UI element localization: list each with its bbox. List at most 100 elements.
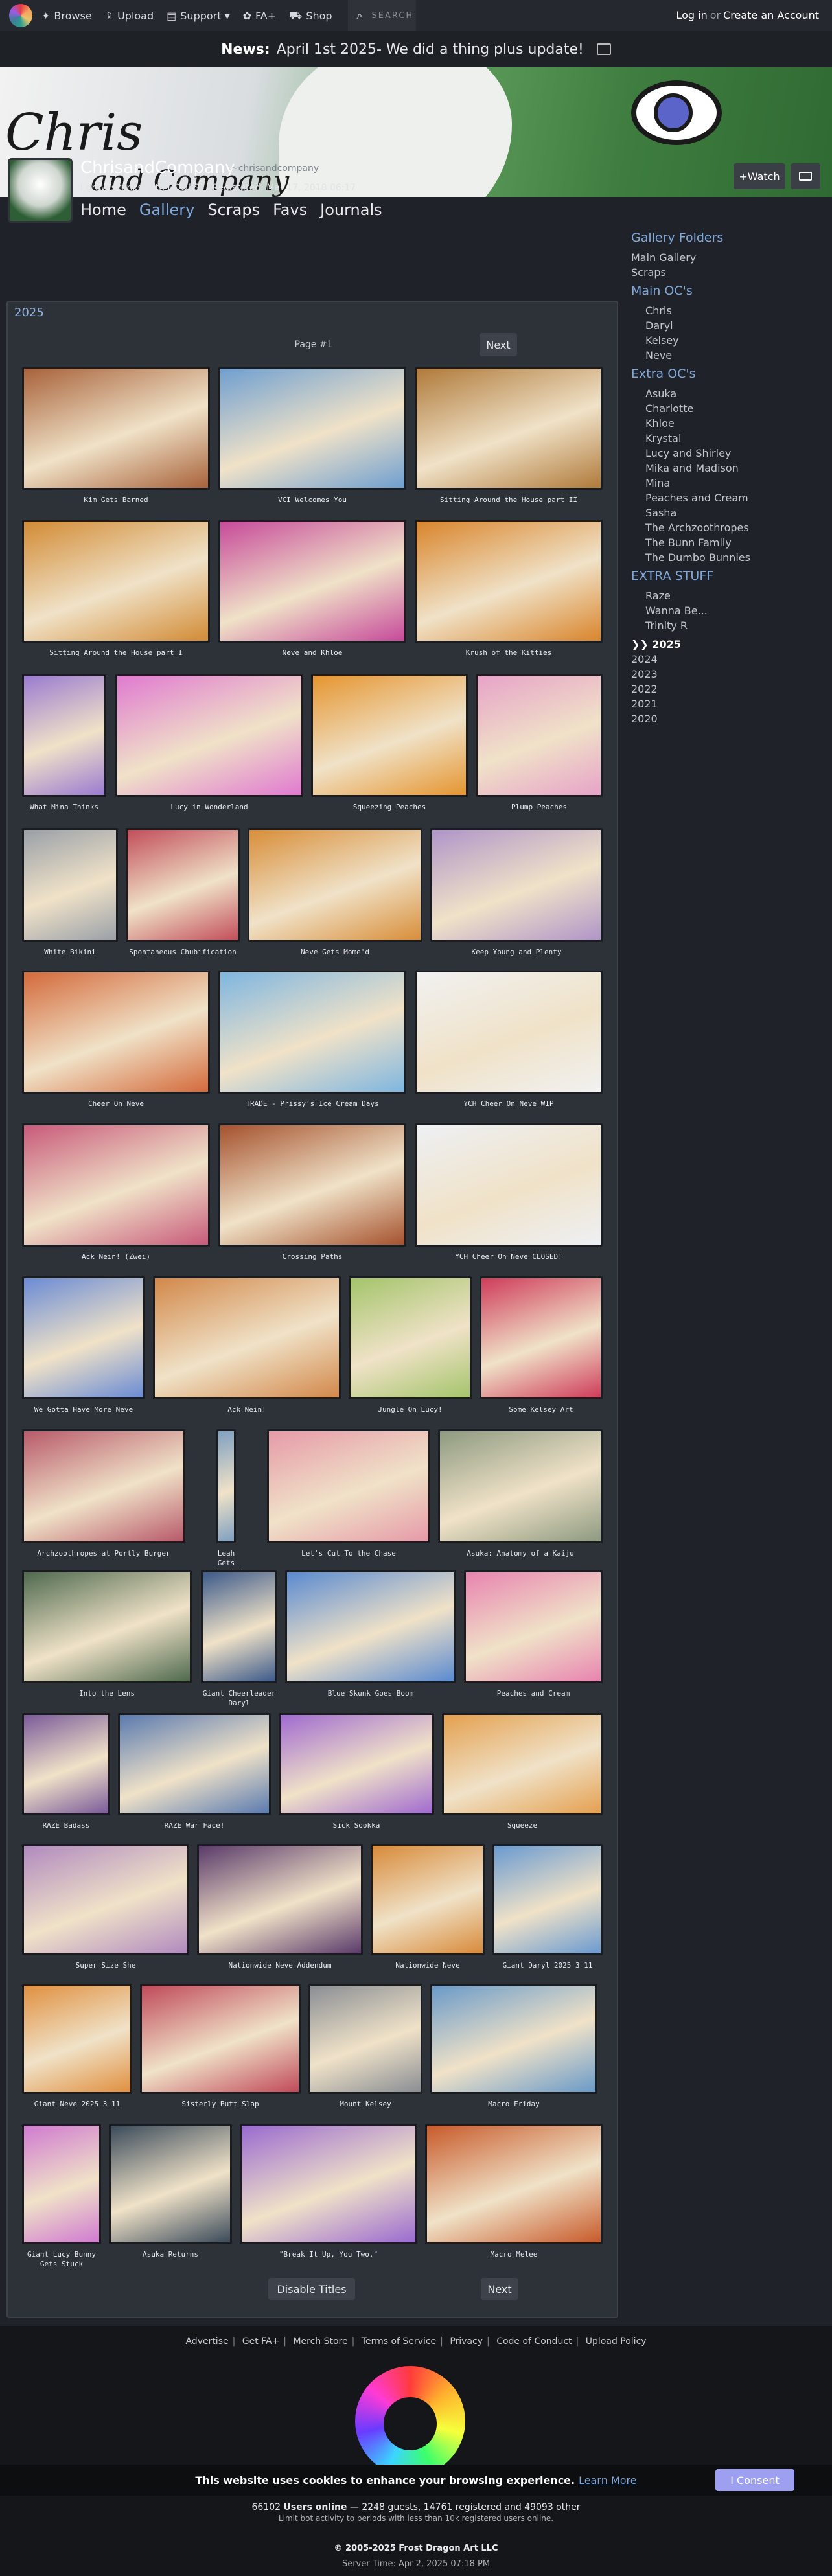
site-logo-icon[interactable]: [9, 4, 32, 27]
thumbnail-image[interactable]: [267, 1429, 430, 1543]
thumbnail-title[interactable]: Nationwide Neve Addendum: [197, 1961, 363, 1970]
gallery-thumbnail[interactable]: Mount Kelsey: [308, 1984, 422, 2117]
avatar[interactable]: [8, 158, 73, 223]
thumbnail-image[interactable]: [218, 1123, 406, 1247]
footer-merch[interactable]: Merch Store: [293, 2336, 347, 2347]
thumbnail-title[interactable]: Lucy in Wonderland: [115, 802, 303, 812]
thumbnail-title[interactable]: Ack Nein!: [153, 1405, 341, 1414]
thumbnail-image[interactable]: [218, 520, 406, 643]
year-2025[interactable]: ❯❯ 2025: [631, 637, 819, 652]
thumbnail-image[interactable]: [22, 1713, 110, 1815]
thumbnail-image[interactable]: [22, 2124, 101, 2244]
gallery-thumbnail[interactable]: Jungle On Lucy!: [349, 1276, 472, 1423]
next-page-button[interactable]: Next: [480, 333, 517, 356]
thumbnail-title[interactable]: Squeezing Peaches: [311, 802, 468, 812]
thumbnail-title[interactable]: Spontaneous Chubification: [126, 947, 240, 957]
gallery-thumbnail[interactable]: What Mina Thinks: [22, 674, 106, 820]
gallery-thumbnail[interactable]: TRADE - Prissy's Ice Cream Days: [218, 971, 406, 1117]
consent-button[interactable]: I Consent: [715, 2469, 794, 2491]
thumbnail-title[interactable]: Krush of the Kitties: [415, 648, 603, 658]
thumbnail-image[interactable]: [415, 520, 603, 643]
thumbnail-image[interactable]: [201, 1570, 277, 1683]
gallery-thumbnail[interactable]: Crossing Paths: [218, 1123, 406, 1270]
gallery-thumbnail[interactable]: Plump Peaches: [476, 674, 603, 820]
folder-sasha[interactable]: Sasha: [631, 505, 819, 520]
thumbnail-image[interactable]: [22, 367, 210, 490]
thumbnail-title[interactable]: Asuka Returns: [109, 2249, 232, 2259]
thumbnail-title[interactable]: Giant Daryl 2025 3 11: [492, 1961, 603, 1970]
gallery-thumbnail[interactable]: Sitting Around the House part I: [22, 520, 210, 666]
thumbnail-image[interactable]: [415, 971, 603, 1094]
year-2023[interactable]: 2023: [631, 667, 819, 682]
gallery-thumbnail[interactable]: Asuka Returns: [109, 2124, 232, 2268]
thumbnail-image[interactable]: [438, 1429, 603, 1543]
thumbnail-title[interactable]: Macro Friday: [430, 2099, 597, 2109]
thumbnail-image[interactable]: [22, 674, 106, 797]
gallery-thumbnail[interactable]: Squeeze: [442, 1713, 603, 1839]
thumbnail-title[interactable]: Super Size She: [22, 1961, 189, 1970]
thumbnail-title[interactable]: Neve and Khloe: [218, 648, 406, 658]
thumbnail-image[interactable]: [126, 828, 240, 942]
gallery-thumbnail[interactable]: RAZE Badass: [22, 1713, 110, 1839]
thumbnail-title[interactable]: YCH Cheer On Neve CLOSED!: [415, 1252, 603, 1261]
next-page-button-bottom[interactable]: Next: [481, 2278, 518, 2300]
nav-browse[interactable]: ✦ Browse: [41, 10, 92, 22]
folder-peaches-and-cream[interactable]: Peaches and Cream: [631, 490, 819, 505]
thumbnail-title[interactable]: RAZE War Face!: [118, 1821, 271, 1830]
folder-mina[interactable]: Mina: [631, 476, 819, 490]
folder-mika-and-madison[interactable]: Mika and Madison: [631, 461, 819, 476]
footer-privacy[interactable]: Privacy: [450, 2336, 483, 2347]
thumbnail-title[interactable]: White Bikini: [22, 947, 118, 957]
folder-wanna-be[interactable]: Wanna Be...: [631, 603, 819, 618]
disable-titles-button[interactable]: Disable Titles: [268, 2278, 355, 2300]
thumbnail-image[interactable]: [248, 828, 422, 942]
folder-daryl[interactable]: Daryl: [631, 318, 819, 333]
gallery-thumbnail[interactable]: Sisterly Butt Slap: [140, 1984, 301, 2117]
thumbnail-title[interactable]: Plump Peaches: [476, 802, 603, 812]
thumbnail-title[interactable]: Mount Kelsey: [308, 2099, 422, 2109]
thumbnail-title[interactable]: Jungle On Lucy!: [349, 1405, 472, 1414]
thumbnail-title[interactable]: Neve Gets Mome'd: [248, 947, 422, 957]
message-button[interactable]: [791, 163, 820, 189]
thumbnail-image[interactable]: [311, 674, 468, 797]
gallery-thumbnail[interactable]: Let's Cut To the Chase: [267, 1429, 430, 1567]
thumbnail-image[interactable]: [22, 1570, 192, 1683]
thumbnail-image[interactable]: [308, 1984, 422, 2094]
thumbnail-title[interactable]: Peaches and Cream: [464, 1688, 603, 1698]
thumbnail-title[interactable]: "Break It Up, You Two.": [240, 2249, 417, 2259]
create-account-link[interactable]: Create an Account: [723, 9, 819, 21]
thumbnail-image[interactable]: [22, 1276, 145, 1399]
thumbnail-image[interactable]: [371, 1844, 485, 1955]
thumbnail-image[interactable]: [216, 1429, 236, 1543]
gallery-thumbnail[interactable]: Macro Melee: [425, 2124, 603, 2268]
thumbnail-image[interactable]: [22, 971, 210, 1094]
news-text[interactable]: April 1st 2025- We did a thing plus upda…: [277, 41, 584, 58]
gallery-thumbnail[interactable]: Nationwide Neve: [371, 1844, 485, 1979]
footer-conduct[interactable]: Code of Conduct: [496, 2336, 572, 2347]
thumbnail-image[interactable]: [240, 2124, 417, 2244]
gallery-thumbnail[interactable]: "Break It Up, You Two.": [240, 2124, 417, 2268]
thumbnail-title[interactable]: We Gotta Have More Neve: [22, 1405, 145, 1414]
folder-trinity-r[interactable]: Trinity R: [631, 618, 819, 633]
folder-bunn-family[interactable]: The Bunn Family: [631, 535, 819, 550]
folder-kelsey[interactable]: Kelsey: [631, 333, 819, 348]
thumbnail-title[interactable]: Giant Lucy Bunny Gets Stuck: [22, 2249, 101, 2269]
thumbnail-title[interactable]: Sisterly Butt Slap: [140, 2099, 301, 2109]
thumbnail-image[interactable]: [109, 2124, 232, 2244]
nav-upload[interactable]: ⇪ Upload: [105, 10, 154, 22]
thumbnail-image[interactable]: [285, 1570, 456, 1683]
gallery-thumbnail[interactable]: Nationwide Neve Addendum: [197, 1844, 363, 1979]
thumbnail-title[interactable]: Giant Cheerleader Daryl: [201, 1688, 277, 1708]
tab-favs[interactable]: Favs: [273, 201, 307, 219]
folder-khloe[interactable]: Khloe: [631, 416, 819, 431]
watch-button[interactable]: +Watch: [734, 163, 785, 189]
folder-charlotte[interactable]: Charlotte: [631, 401, 819, 416]
nav-faplus[interactable]: ✿ FA+: [243, 10, 277, 22]
gallery-thumbnail[interactable]: Macro Friday: [430, 1984, 597, 2117]
thumbnail-image[interactable]: [430, 1984, 597, 2094]
thumbnail-image[interactable]: [197, 1844, 363, 1955]
footer-faplus[interactable]: Get FA+: [242, 2336, 279, 2347]
tab-gallery[interactable]: Gallery: [139, 201, 194, 219]
gallery-thumbnail[interactable]: Lucy in Wonderland: [115, 674, 303, 820]
folder-main-gallery[interactable]: Main Gallery: [631, 250, 819, 265]
